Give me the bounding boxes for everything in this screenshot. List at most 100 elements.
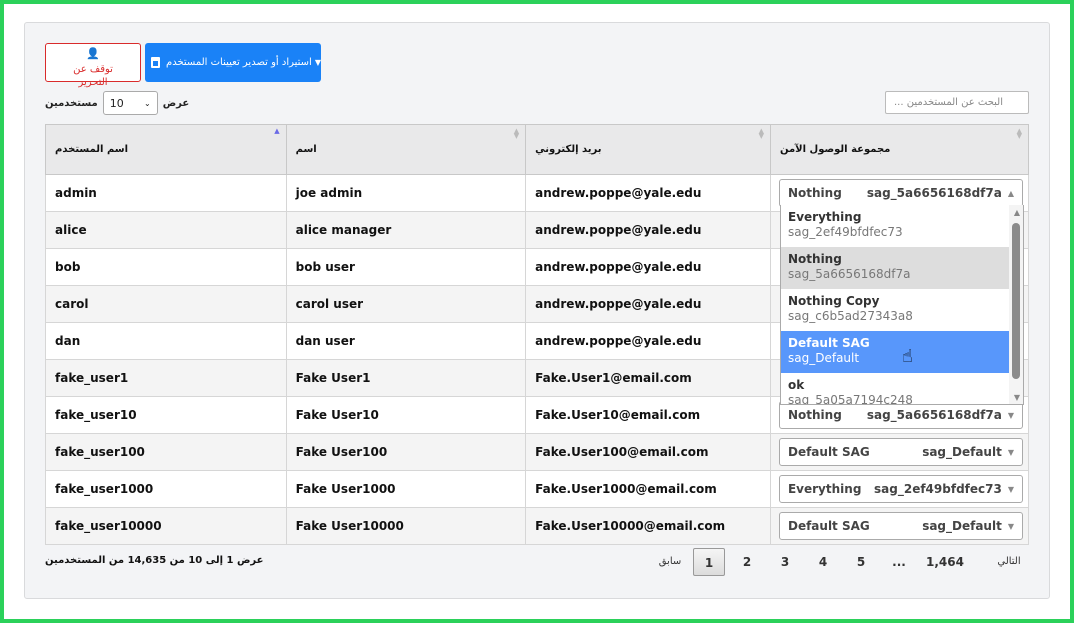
sort-icon: ▲ ▼ — [1016, 127, 1022, 140]
scroll-up-icon[interactable]: ▲ — [1014, 208, 1020, 217]
scroll-down-icon[interactable]: ▼ — [1014, 393, 1020, 402]
page-button[interactable]: 4 — [807, 548, 839, 576]
cell-email: andrew.poppe@yale.edu — [525, 322, 771, 360]
caret-down-icon: ▼ — [1007, 410, 1014, 420]
file-excel-icon — [151, 57, 160, 68]
dropdown-option[interactable]: ok sag_5a05a7194c248 — [781, 373, 1009, 404]
sag-dropdown-list[interactable]: Everything sag_2ef49bfdfec73 Nothing sag_… — [780, 205, 1024, 405]
cell-username: fake_user1 — [45, 359, 287, 397]
stop-editing-button[interactable]: 👤 توقف عن التحرير — [45, 43, 141, 88]
cell-name: Fake User100 — [285, 433, 527, 471]
cell-name: carol user — [285, 285, 527, 323]
import-export-button[interactable]: استيراد أو تصدير تعيينات المستخدم ▼ — [145, 43, 321, 82]
sag-select-name: Nothing — [787, 186, 842, 200]
cell-name: bob user — [285, 248, 527, 286]
header-username-label: اسم المستخدم — [55, 144, 129, 155]
dropdown-option[interactable]: Nothing Copy sag_c6b5ad27343a8 — [781, 289, 1009, 331]
option-title: Everything — [788, 210, 862, 224]
sort-icon: ▲ ▼ — [758, 127, 764, 140]
cell-name: Fake User1 — [285, 359, 527, 397]
pagination: سابق 1 2 3 4 5... 1,464 التالي — [650, 548, 1029, 576]
length-menu: مستخدمين 10 ⌄ عرض — [45, 91, 189, 115]
sag-select-code: sag_5a6656168df7a — [866, 408, 1002, 422]
header-email-label: بريد إلكتروني — [535, 144, 602, 155]
cell-username: fake_user10 — [45, 396, 287, 434]
sag-select-code: sag_2ef49bfdfec73 — [874, 482, 1002, 496]
caret-up-icon: ▲ — [1007, 188, 1014, 198]
sag-select[interactable]: Everything sag_2ef49bfdfec73 ▼ — [778, 475, 1023, 503]
table-row: fake_user1000 Fake User1000 Fake.User100… — [45, 470, 1030, 508]
cell-email: Fake.User10000@email.com — [525, 507, 771, 545]
cell-username: dan — [45, 322, 287, 360]
cell-username: fake_user100 — [45, 433, 287, 471]
sag-select-name: Default SAG — [787, 445, 870, 459]
cell-username: alice — [45, 211, 287, 249]
cell-name: joe admin — [285, 174, 527, 212]
sag-select[interactable]: Nothing sag_5a6656168df7a ▼ — [778, 401, 1023, 429]
cell-email: Fake.User10@email.com — [525, 396, 771, 434]
user-edit-icon: 👤 — [86, 47, 100, 60]
hand-cursor-icon: ☝ — [902, 346, 913, 367]
cell-username: admin — [45, 174, 287, 212]
cell-sag: Default SAG sag_Default ▼ — [769, 433, 1030, 471]
dropdown-option[interactable]: Default SAG sag_Default — [781, 331, 1009, 373]
cell-username: fake_user1000 — [45, 470, 287, 508]
cell-sag: Everything sag_2ef49bfdfec73 ▼ — [769, 470, 1030, 508]
page-button[interactable]: 1 — [693, 548, 725, 576]
sag-select-name: Everything — [787, 482, 862, 496]
cell-username: fake_user10000 — [45, 507, 287, 545]
import-export-label: استيراد أو تصدير تعيينات المستخدم — [166, 57, 312, 68]
option-title: Default SAG — [788, 336, 870, 350]
cell-name: alice manager — [285, 211, 527, 249]
option-code: sag_5a6656168df7a — [788, 267, 911, 281]
pagination-ellipsis: ... — [892, 555, 906, 569]
cell-name: Fake User10000 — [285, 507, 527, 545]
cell-name: dan user — [285, 322, 527, 360]
dropdown-scrollbar[interactable]: ▲ ▼ — [1009, 205, 1023, 404]
option-title: Nothing — [788, 252, 842, 266]
scrollbar-thumb[interactable] — [1012, 223, 1020, 379]
sag-select[interactable]: Default SAG sag_Default ▼ — [778, 512, 1023, 540]
cell-email: Fake.User1@email.com — [525, 359, 771, 397]
cell-email: andrew.poppe@yale.edu — [525, 248, 771, 286]
table-info: عرض 1 إلى 10 من 14,635 من المستخدمين — [45, 555, 264, 566]
stop-editing-label-2: التحرير — [78, 77, 108, 88]
caret-down-icon: ▼ — [314, 58, 321, 67]
cell-email: andrew.poppe@yale.edu — [525, 174, 771, 212]
dropdown-option[interactable]: Everything sag_2ef49bfdfec73 — [781, 205, 1009, 247]
sag-select[interactable]: Nothing sag_5a6656168df7a ▲ — [778, 179, 1023, 207]
sag-select-code: sag_5a6656168df7a — [866, 186, 1002, 200]
prev-page-button[interactable]: سابق — [653, 548, 687, 576]
page-button[interactable]: 1,464 — [921, 548, 969, 576]
sag-select-name: Nothing — [787, 408, 842, 422]
table-row: fake_user100 Fake User100 Fake.User100@e… — [45, 433, 1030, 471]
length-users-label: مستخدمين — [45, 97, 98, 109]
header-email[interactable]: بريد إلكتروني ▲ ▼ — [525, 124, 771, 175]
header-sag-label: مجموعة الوصول الآمن — [779, 144, 891, 155]
sag-select-code: sag_Default — [922, 445, 1002, 459]
next-page-button[interactable]: التالي — [992, 548, 1026, 576]
caret-down-icon: ▼ — [1007, 484, 1014, 494]
caret-down-icon: ▼ — [1007, 521, 1014, 531]
length-select[interactable]: 10 ⌄ — [102, 91, 158, 115]
page-button[interactable]: 3 — [769, 548, 801, 576]
cell-email: andrew.poppe@yale.edu — [525, 211, 771, 249]
option-title: Nothing Copy — [788, 294, 880, 308]
search-input[interactable]: ... البحث عن المستخدمين — [885, 91, 1029, 114]
option-code: sag_c6b5ad27343a8 — [788, 309, 913, 323]
sag-select[interactable]: Default SAG sag_Default ▼ — [778, 438, 1023, 466]
header-username[interactable]: اسم المستخدم ▲ — [45, 124, 287, 175]
sag-select-code: sag_Default — [922, 519, 1002, 533]
cell-email: Fake.User1000@email.com — [525, 470, 771, 508]
dropdown-option[interactable]: Nothing sag_5a6656168df7a — [781, 247, 1009, 289]
page-button[interactable]: 2 — [731, 548, 763, 576]
header-name[interactable]: اسم ▲ ▼ — [285, 124, 527, 175]
header-name-label: اسم — [295, 144, 317, 155]
caret-down-icon: ▼ — [1007, 447, 1014, 457]
sort-icon: ▲ ▼ — [513, 127, 520, 140]
page-button[interactable]: 5 — [845, 548, 877, 576]
option-code: sag_Default — [788, 351, 860, 365]
header-sag[interactable]: مجموعة الوصول الآمن ▲ ▼ — [769, 124, 1030, 175]
cell-username: carol — [45, 285, 287, 323]
chevron-down-icon: ⌄ — [144, 98, 151, 108]
